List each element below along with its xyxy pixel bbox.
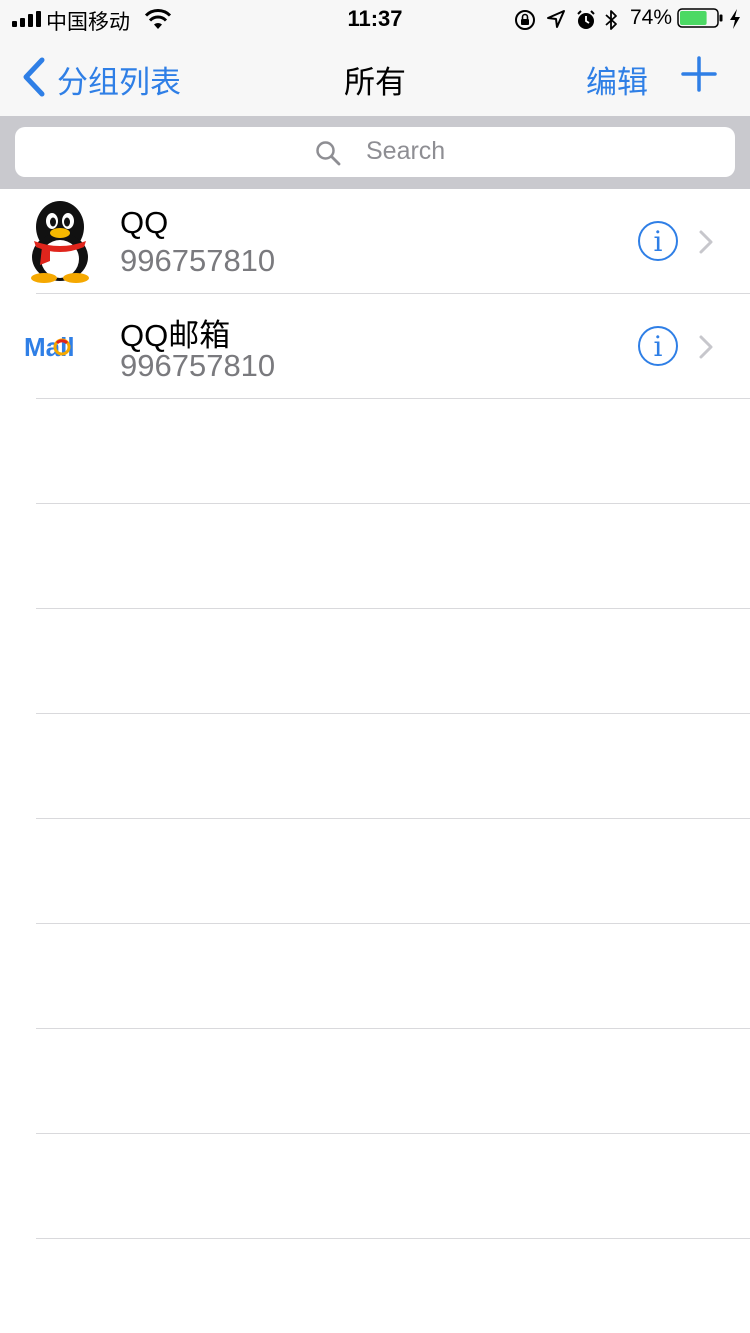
edit-button[interactable]: 编辑	[586, 57, 648, 102]
empty-row	[0, 924, 750, 1029]
svg-text:i: i	[654, 225, 663, 258]
navigation-bar: 分组列表 所有 编辑	[0, 40, 750, 116]
account-list: QQ 996757810 i Mail QQ邮箱 996757810 i	[0, 189, 750, 1239]
empty-row	[0, 819, 750, 924]
svg-text:i: i	[654, 330, 663, 363]
location-arrow-icon	[547, 10, 565, 28]
bluetooth-icon	[605, 10, 617, 30]
empty-row	[0, 1029, 750, 1134]
qq-penguin-icon	[31, 201, 89, 283]
account-number: 996757810	[120, 348, 276, 383]
empty-row	[0, 1134, 750, 1239]
account-number: 996757810	[120, 243, 276, 278]
account-title: QQ	[120, 205, 169, 240]
empty-row	[0, 714, 750, 819]
search-input[interactable]: Search	[15, 127, 735, 177]
battery-percentage: 74%	[630, 6, 673, 29]
chevron-right-icon	[699, 335, 713, 359]
empty-row	[0, 504, 750, 609]
info-icon[interactable]: i	[637, 325, 679, 367]
plus-icon[interactable]	[680, 55, 718, 93]
qq-mail-logo-icon: Mail	[24, 332, 75, 362]
chevron-right-icon	[699, 230, 713, 254]
orientation-lock-icon	[515, 10, 535, 30]
screen: 中国移动 11:37 74% 分组列表 所有 编辑 Search QQ 9967…	[0, 0, 750, 1333]
info-icon[interactable]: i	[637, 220, 679, 262]
empty-row	[0, 399, 750, 504]
list-item-qq-mail[interactable]: Mail QQ邮箱 996757810 i	[0, 294, 750, 399]
search-icon	[316, 141, 341, 166]
list-item-qq[interactable]: QQ 996757810 i	[0, 189, 750, 294]
battery-icon	[677, 8, 723, 28]
row-divider	[36, 1238, 750, 1239]
search-placeholder: Search	[366, 137, 446, 165]
alarm-icon	[577, 10, 595, 29]
search-bar: Search	[0, 116, 750, 189]
charging-bolt-icon	[730, 9, 740, 29]
empty-row	[0, 609, 750, 714]
status-bar: 中国移动 11:37 74%	[0, 0, 750, 40]
svg-text:Mail: Mail	[24, 332, 75, 362]
